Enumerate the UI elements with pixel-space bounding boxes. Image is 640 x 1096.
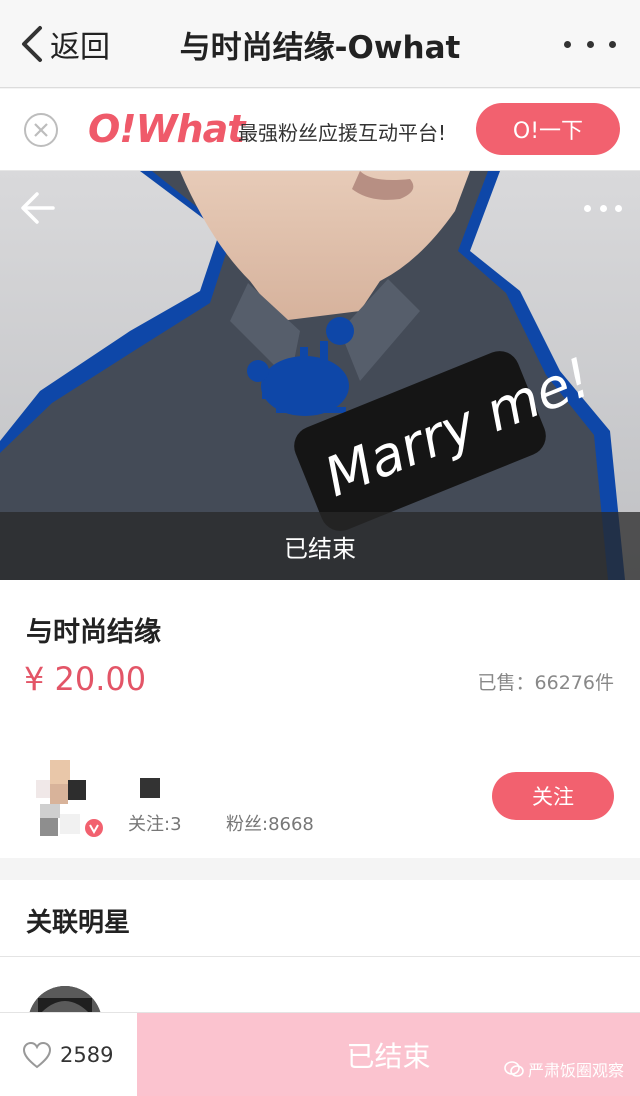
dot-icon bbox=[609, 40, 616, 48]
bottom-action-bar: 2589 已结束 严肃饭圈观察 bbox=[0, 1012, 640, 1096]
ended-button[interactable]: 已结束 严肃饭圈观察 bbox=[137, 1013, 640, 1096]
seller-fans-count: 粉丝:8668 bbox=[226, 814, 314, 835]
ad-banner: O!What 最强粉丝应援互动平台! O!一下 bbox=[0, 89, 640, 171]
ended-button-label: 已结束 bbox=[346, 1040, 431, 1073]
dot-icon bbox=[615, 204, 622, 212]
seller-name-redacted bbox=[140, 778, 160, 798]
product-title: 与时尚结缘 bbox=[26, 617, 161, 648]
related-stars-title: 关联明星 bbox=[26, 908, 131, 938]
ad-close-button[interactable] bbox=[24, 113, 58, 147]
divider bbox=[0, 956, 640, 957]
close-icon bbox=[34, 123, 48, 137]
like-count: 2589 bbox=[60, 1043, 114, 1067]
ad-open-button[interactable]: O!一下 bbox=[476, 103, 620, 155]
owhat-logo: O!What bbox=[88, 107, 245, 151]
hero-status-overlay: 已结束 bbox=[0, 512, 640, 580]
ad-slogan: 最强粉丝应援互动平台! bbox=[238, 121, 447, 145]
wechat-icon bbox=[504, 1061, 524, 1077]
like-button[interactable]: 2589 bbox=[0, 1013, 137, 1096]
sold-count: 已售：66276件 bbox=[477, 672, 614, 694]
heart-icon bbox=[22, 1041, 52, 1069]
hero-back-arrow-icon[interactable] bbox=[20, 191, 56, 225]
product-info-card: 与时尚结缘 ¥ 20.00 已售：66276件 关注:3 粉丝:8668 关注 bbox=[0, 580, 640, 858]
dot-icon bbox=[599, 204, 607, 212]
seller-following-count: 关注:3 bbox=[128, 814, 182, 835]
seller-avatar[interactable] bbox=[36, 760, 106, 840]
product-price: ¥ 20.00 bbox=[24, 660, 147, 698]
watermark-text: 严肃饭圈观察 bbox=[527, 1061, 624, 1080]
product-hero-image: Marry me! 已结束 bbox=[0, 171, 640, 580]
page-title: 与时尚结缘-Owhat bbox=[179, 30, 461, 66]
nav-bar: 返回 与时尚结缘-Owhat bbox=[0, 0, 640, 88]
dot-icon bbox=[584, 204, 591, 212]
more-options-button[interactable] bbox=[564, 30, 616, 58]
dot-icon bbox=[564, 40, 571, 48]
follow-button[interactable]: 关注 bbox=[492, 772, 614, 820]
hero-more-button[interactable] bbox=[584, 203, 622, 213]
watermark: 严肃饭圈观察 bbox=[504, 1057, 624, 1081]
dot-icon bbox=[586, 40, 594, 48]
